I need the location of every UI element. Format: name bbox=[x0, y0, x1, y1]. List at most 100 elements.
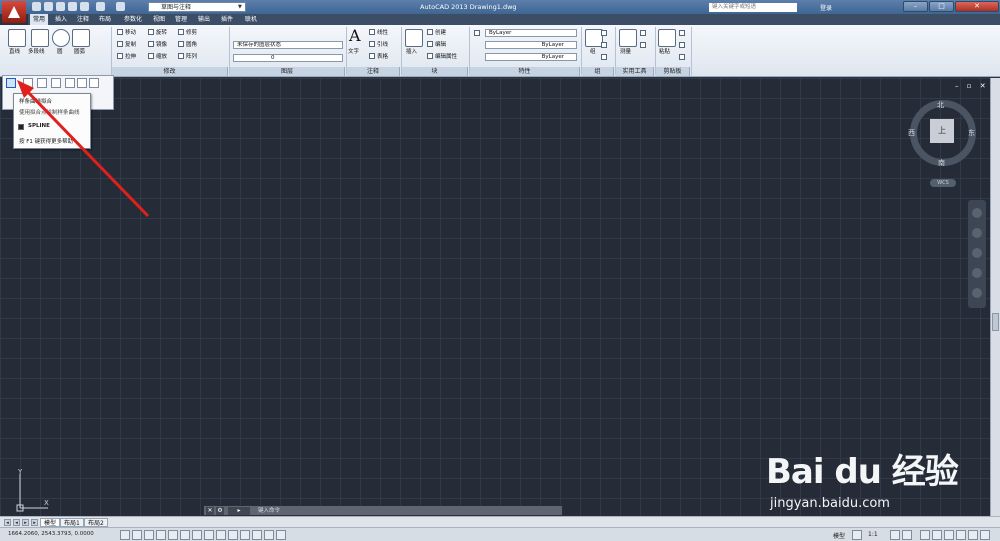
text-icon[interactable]: A bbox=[349, 27, 361, 45]
circle-button[interactable]: 圆 bbox=[57, 49, 63, 56]
tab-manage[interactable]: 管理 bbox=[172, 14, 190, 25]
construction-line-icon[interactable] bbox=[51, 78, 61, 88]
app-menu-button[interactable] bbox=[2, 1, 26, 23]
tab-model[interactable]: 模型 bbox=[40, 518, 61, 527]
create-button[interactable]: 创建 bbox=[427, 29, 446, 37]
showmotion-icon[interactable] bbox=[972, 288, 982, 298]
tab-parametric[interactable]: 参数化 bbox=[120, 14, 146, 25]
panel-label-layers[interactable]: 图层 bbox=[230, 67, 345, 76]
close-button[interactable]: ✕ bbox=[955, 1, 999, 12]
line-button[interactable]: 直线 bbox=[9, 49, 20, 56]
save-icon[interactable] bbox=[56, 2, 65, 11]
annotation-visibility-icon[interactable] bbox=[890, 530, 900, 540]
copy-button[interactable]: 复制 bbox=[117, 41, 136, 49]
copy-clip-icon[interactable] bbox=[679, 42, 685, 48]
polyline-button[interactable]: 多段线 bbox=[28, 49, 45, 56]
auto-scale-icon[interactable] bbox=[902, 530, 912, 540]
compass-north[interactable]: 北 bbox=[937, 100, 944, 110]
panel-label-block[interactable]: 块 bbox=[402, 67, 468, 76]
stretch-button[interactable]: 拉伸 bbox=[117, 53, 136, 61]
pan-icon[interactable] bbox=[972, 228, 982, 238]
tab-output[interactable]: 输出 bbox=[195, 14, 213, 25]
select-all-icon[interactable] bbox=[640, 42, 646, 48]
first-tab-icon[interactable]: ◂ bbox=[4, 519, 11, 526]
layer-select[interactable]: 0 bbox=[233, 54, 343, 62]
steering-wheel-icon[interactable] bbox=[972, 208, 982, 218]
isolate-objects-icon[interactable] bbox=[956, 530, 966, 540]
group-button[interactable]: 组 bbox=[590, 49, 596, 56]
move-button[interactable]: 移动 bbox=[117, 29, 136, 37]
wcs-menu[interactable]: WCS bbox=[930, 179, 956, 187]
viewport-controls[interactable]: – ▫ ✕ bbox=[955, 82, 989, 90]
color-select[interactable]: ByLayer bbox=[485, 29, 577, 37]
save-as-icon[interactable] bbox=[68, 2, 77, 11]
measure-icon[interactable] bbox=[619, 29, 637, 47]
wrench-icon[interactable]: ⚙ bbox=[216, 507, 224, 515]
edit-attr-button[interactable]: 编辑属性 bbox=[427, 53, 457, 61]
ray-icon[interactable] bbox=[37, 78, 47, 88]
minimize-button[interactable]: – bbox=[903, 1, 928, 12]
cut-icon[interactable] bbox=[679, 30, 685, 36]
next-tab-icon[interactable]: ▸ bbox=[22, 519, 29, 526]
compass-south[interactable]: 南 bbox=[938, 158, 945, 168]
point-icon[interactable] bbox=[65, 78, 75, 88]
workspace-switch-icon[interactable] bbox=[920, 530, 930, 540]
lineweight-select[interactable]: ByLayer bbox=[485, 53, 577, 61]
line-icon[interactable] bbox=[8, 29, 26, 47]
redo-icon[interactable] bbox=[116, 2, 125, 11]
paste-icon[interactable] bbox=[658, 29, 676, 47]
status-menu-icon[interactable] bbox=[968, 530, 978, 540]
new-icon[interactable] bbox=[32, 2, 41, 11]
panel-label-clipboard[interactable]: 剪贴板 bbox=[656, 67, 690, 76]
tab-plugins[interactable]: 插件 bbox=[218, 14, 236, 25]
tab-view[interactable]: 视图 bbox=[150, 14, 168, 25]
scrollbar-thumb[interactable] bbox=[992, 313, 999, 331]
polyline-icon[interactable] bbox=[31, 29, 49, 47]
print-icon[interactable] bbox=[80, 2, 89, 11]
maximize-button[interactable]: □ bbox=[929, 1, 954, 12]
snap-icon[interactable] bbox=[132, 530, 142, 540]
compass-west[interactable]: 西 bbox=[908, 128, 915, 138]
circle-icon[interactable] bbox=[52, 29, 70, 47]
ducs-icon[interactable] bbox=[216, 530, 226, 540]
last-tab-icon[interactable]: ▸ bbox=[31, 519, 38, 526]
quick-properties-icon[interactable] bbox=[264, 530, 274, 540]
panel-label-utilities[interactable]: 实用工具 bbox=[616, 67, 654, 76]
workspace-select[interactable]: 草图与注释 ▼ bbox=[148, 2, 246, 12]
orbit-icon[interactable] bbox=[972, 268, 982, 278]
polar-icon[interactable] bbox=[168, 530, 178, 540]
arc-icon[interactable] bbox=[72, 29, 90, 47]
table-button[interactable]: 表格 bbox=[369, 53, 388, 61]
recent-commands-icon[interactable]: ▸ bbox=[228, 507, 250, 515]
linetype-select[interactable]: ByLayer bbox=[485, 41, 577, 49]
lineweight-icon[interactable] bbox=[240, 530, 250, 540]
search-input[interactable]: 键入关键字或短语 bbox=[709, 3, 797, 12]
otrack-icon[interactable] bbox=[204, 530, 214, 540]
layer-state-select[interactable]: 未保存的图层状态 bbox=[233, 41, 343, 49]
clean-screen-icon[interactable] bbox=[980, 530, 990, 540]
text-button[interactable]: 文字 bbox=[348, 49, 359, 56]
open-icon[interactable] bbox=[44, 2, 53, 11]
edit-block-button[interactable]: 编辑 bbox=[427, 41, 446, 49]
paste-special-icon[interactable] bbox=[679, 54, 685, 60]
leader-button[interactable]: 引线 bbox=[369, 41, 388, 49]
match-properties-icon[interactable] bbox=[474, 30, 480, 36]
zoom-icon[interactable] bbox=[972, 248, 982, 258]
osnap-icon[interactable] bbox=[180, 530, 190, 540]
hardware-acceleration-icon[interactable] bbox=[944, 530, 954, 540]
panel-label-annotation[interactable]: 注释 bbox=[347, 67, 400, 76]
grid-icon[interactable] bbox=[144, 530, 154, 540]
fillet-button[interactable]: 圆角 bbox=[178, 41, 197, 49]
tab-layout2[interactable]: 布局2 bbox=[84, 518, 108, 527]
group-select-icon[interactable] bbox=[601, 54, 607, 60]
paste-button[interactable]: 粘贴 bbox=[659, 49, 670, 56]
annotation-scale[interactable]: 1:1 bbox=[868, 531, 878, 538]
viewcube-top[interactable]: 上 bbox=[930, 119, 954, 143]
spline-cv-icon[interactable] bbox=[23, 78, 33, 88]
prev-tab-icon[interactable]: ◂ bbox=[13, 519, 20, 526]
dyn-icon[interactable] bbox=[228, 530, 238, 540]
measure-point-icon[interactable] bbox=[89, 78, 99, 88]
compass-east[interactable]: 东 bbox=[968, 128, 975, 138]
trim-button[interactable]: 修剪 bbox=[178, 29, 197, 37]
panel-label-properties[interactable]: 特性 bbox=[470, 67, 580, 76]
